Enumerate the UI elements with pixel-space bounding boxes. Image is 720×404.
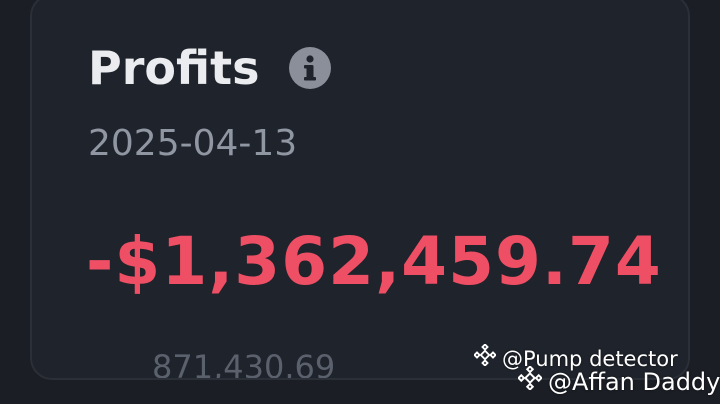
screen: Profits 2025-04-13 -$1,362,459.74 871,43…	[0, 0, 720, 404]
watermark-text: @Affan Daddy	[548, 368, 720, 396]
profits-card: Profits 2025-04-13 -$1,362,459.74 871,43…	[30, 0, 690, 380]
card-header: Profits	[88, 38, 332, 98]
binance-logo-icon	[473, 343, 497, 373]
card-title: Profits	[88, 41, 260, 95]
secondary-amount: 871,430.69	[152, 348, 336, 380]
profit-amount: -$1,362,459.74	[86, 223, 662, 300]
watermark-affan-daddy: @Affan Daddy	[517, 365, 720, 398]
profits-date: 2025-04-13	[88, 123, 298, 164]
info-icon[interactable]	[289, 47, 332, 89]
binance-logo-icon	[517, 365, 543, 398]
